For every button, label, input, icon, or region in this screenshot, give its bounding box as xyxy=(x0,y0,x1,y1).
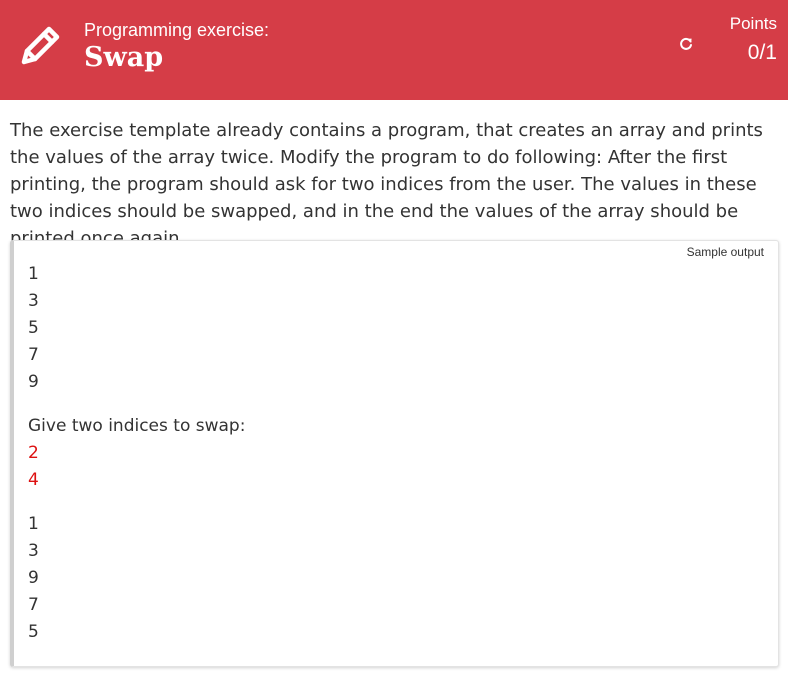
sample-input-line: 4 xyxy=(28,470,39,490)
points-value: 0/1 xyxy=(747,41,777,64)
exercise-title: Swap xyxy=(84,42,164,73)
exercise-header: Programming exercise: Swap Points 0/1 xyxy=(0,0,788,100)
sample-output-line: 3 xyxy=(28,541,39,561)
sample-output-line: 7 xyxy=(28,345,39,365)
sample-output-line: 9 xyxy=(28,568,39,588)
points-label: Points xyxy=(729,14,777,33)
sample-output-line: Give two indices to swap: xyxy=(28,416,246,436)
sample-output-line: 5 xyxy=(28,622,39,642)
sample-output-line: 5 xyxy=(28,318,39,338)
sample-output-label: Sample output xyxy=(686,245,764,259)
sample-output-line: 1 xyxy=(28,514,39,534)
sample-output-line: 7 xyxy=(28,595,39,615)
sample-output-line: 3 xyxy=(28,291,39,311)
exercise-type-label: Programming exercise: xyxy=(84,20,270,40)
sample-output-box: Sample output 1 3 5 7 9 Give two indices to s… xyxy=(10,240,779,667)
refresh-icon[interactable] xyxy=(678,36,694,52)
sample-output-line: 9 xyxy=(28,372,39,392)
exercise-description: The exercise template already contains a… xyxy=(10,120,763,249)
sample-input-line: 2 xyxy=(28,443,39,463)
pencil-icon xyxy=(21,26,60,65)
sample-output-line: 1 xyxy=(28,264,39,284)
